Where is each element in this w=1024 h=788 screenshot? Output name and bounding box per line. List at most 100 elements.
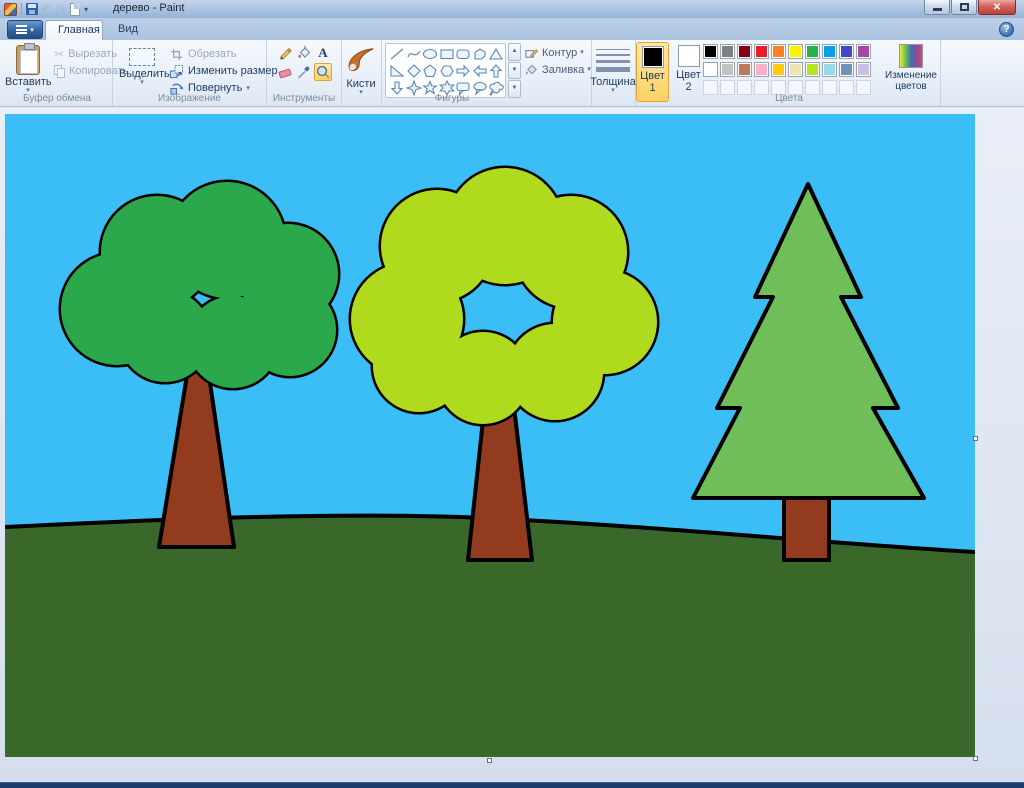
rectangle-icon — [439, 46, 455, 62]
palette-swatch[interactable] — [856, 44, 871, 59]
rounded-rectangle-icon — [455, 46, 471, 62]
palette-swatch[interactable] — [856, 62, 871, 77]
drawing-canvas[interactable] — [5, 114, 975, 757]
shape-rectangle[interactable] — [439, 46, 455, 62]
text-tool[interactable]: A — [314, 43, 332, 61]
palette-swatch[interactable] — [737, 44, 752, 59]
shape-triangle[interactable] — [488, 46, 504, 62]
edit-colors-icon — [899, 44, 923, 68]
polygon-icon — [472, 46, 488, 62]
maximize-icon — [960, 3, 969, 11]
palette-swatch[interactable] — [788, 62, 803, 77]
fill-bucket-icon — [296, 44, 312, 60]
ellipse-icon — [422, 46, 438, 62]
palette-swatch[interactable] — [839, 44, 854, 59]
paint-window: ↶ ↷ ▾ дерево - Paint ✕ ▾ Главная Вид ? В… — [0, 0, 1024, 788]
fill-tool[interactable] — [295, 43, 313, 61]
new-document-icon[interactable] — [70, 3, 80, 16]
palette-swatch[interactable] — [771, 62, 786, 77]
canvas-resize-handle-right[interactable] — [973, 436, 978, 441]
palette-swatch[interactable] — [771, 44, 786, 59]
shape-hexagon[interactable] — [439, 63, 455, 79]
shapes-scroll-down[interactable]: ▼ — [508, 62, 521, 80]
palette-swatch[interactable] — [720, 44, 735, 59]
group-clipboard: Вставить ▾ ✂ Вырезать Копировать Буфер о… — [2, 40, 113, 106]
shape-pentagon[interactable] — [422, 63, 438, 79]
line-icon — [389, 46, 405, 62]
palette-swatch[interactable] — [839, 62, 854, 77]
color2-swatch — [678, 45, 700, 67]
triangle-icon — [488, 46, 504, 62]
text-icon: A — [315, 44, 331, 60]
group-label-colors: Цвета — [703, 93, 875, 104]
shape-fill-button[interactable]: Заливка ▾ — [524, 61, 591, 78]
crop-button: Обрезать — [169, 46, 237, 62]
shape-rounded-rectangle[interactable] — [455, 46, 471, 62]
save-icon[interactable] — [26, 3, 38, 15]
palette-swatch[interactable] — [822, 62, 837, 77]
color1-swatch — [642, 46, 664, 68]
paint-app-icon[interactable] — [4, 3, 17, 16]
palette-swatch[interactable] — [754, 44, 769, 59]
color1-button[interactable]: Цвет 1 — [636, 42, 669, 102]
eyedropper-icon — [296, 64, 312, 80]
resize-label: Изменить размер — [188, 65, 278, 77]
brushes-button[interactable]: Кисти ▾ — [339, 42, 383, 100]
eraser-icon — [277, 64, 293, 80]
palette-swatch[interactable] — [754, 62, 769, 77]
palette-swatch[interactable] — [703, 62, 718, 77]
arrow-up-icon — [488, 63, 504, 79]
shape-arrow-left[interactable] — [472, 63, 488, 79]
magnifier-tool[interactable] — [314, 63, 332, 81]
palette-swatch[interactable] — [737, 62, 752, 77]
shape-curve[interactable] — [406, 46, 422, 62]
eraser-tool[interactable] — [276, 63, 294, 81]
minimize-icon — [933, 8, 942, 11]
shape-arrow-up[interactable] — [488, 63, 504, 79]
palette-swatch[interactable] — [805, 62, 820, 77]
brush-icon — [346, 46, 376, 74]
fill-icon — [524, 62, 539, 77]
edit-colors-button[interactable]: Изменение цветов — [885, 42, 937, 102]
canvas-resize-handle-corner[interactable] — [973, 756, 978, 761]
close-icon: ✕ — [993, 2, 1001, 13]
palette-swatch[interactable] — [822, 44, 837, 59]
shape-line[interactable] — [389, 46, 405, 62]
palette-swatch[interactable] — [720, 62, 735, 77]
maximize-button[interactable] — [951, 0, 977, 15]
pencil-tool[interactable] — [276, 43, 294, 61]
shape-right-triangle[interactable] — [389, 63, 405, 79]
help-button[interactable]: ? — [999, 22, 1014, 37]
shape-polygon[interactable] — [472, 46, 488, 62]
paste-button[interactable]: Вставить ▾ — [5, 42, 51, 100]
chevron-down-icon: ▾ — [590, 88, 636, 93]
shape-diamond[interactable] — [406, 63, 422, 79]
tab-home[interactable]: Главная — [45, 20, 103, 40]
qat-dropdown-icon[interactable]: ▾ — [84, 5, 88, 14]
separator — [21, 3, 22, 15]
minimize-button[interactable] — [924, 0, 950, 15]
canvas-resize-handle-bottom[interactable] — [487, 758, 492, 763]
tab-view[interactable]: Вид — [106, 20, 146, 40]
copy-icon — [54, 65, 65, 78]
shapes-scroll-up[interactable]: ▲ — [508, 43, 521, 61]
quick-access-toolbar: ↶ ↷ ▾ — [4, 1, 88, 17]
close-button[interactable]: ✕ — [978, 0, 1016, 15]
select-button[interactable]: Выделить ▾ — [119, 42, 165, 100]
group-tools: A — [267, 40, 342, 106]
group-label-tools: Инструменты — [267, 93, 341, 104]
palette-swatch[interactable] — [788, 44, 803, 59]
resize-button[interactable]: Изменить размер — [169, 63, 278, 79]
shapes-scrollbar: ▲ ▼ ▼ — [508, 43, 521, 98]
window-controls: ✕ — [923, 0, 1016, 15]
cut-label: Вырезать — [68, 48, 117, 60]
color-picker-tool[interactable] — [295, 63, 313, 81]
outline-button[interactable]: Контур ▾ — [524, 44, 591, 61]
shape-ellipse[interactable] — [422, 46, 438, 62]
color2-button[interactable]: Цвет 2 — [673, 42, 704, 102]
shape-arrow-right[interactable] — [455, 63, 471, 79]
palette-swatch[interactable] — [703, 44, 718, 59]
palette-swatch[interactable] — [805, 44, 820, 59]
paint-menu-button[interactable]: ▾ — [7, 20, 43, 39]
fir-trunk — [784, 496, 829, 560]
